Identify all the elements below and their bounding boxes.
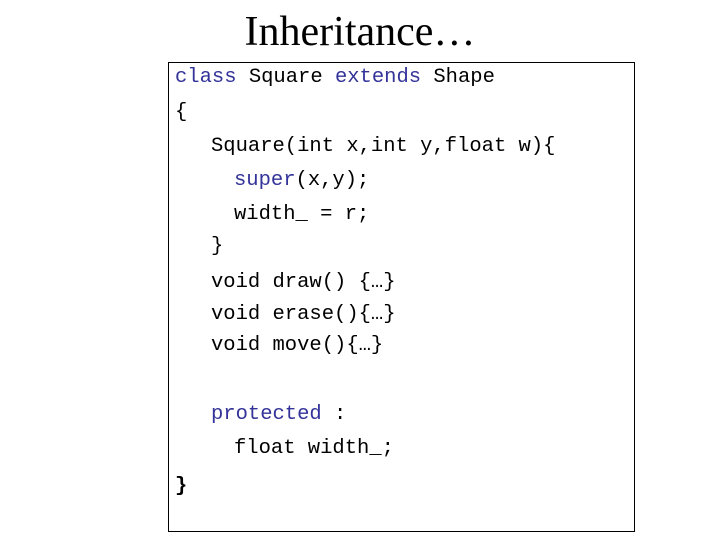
field-declaration: float width_; [234,437,394,460]
method-erase: void erase(){…} [211,303,396,326]
code-line-draw: void draw() {…} [211,271,396,295]
parent-class-name: Shape [421,66,495,89]
code-line-constructor-close: } [211,235,223,259]
close-brace: } [211,235,224,258]
code-line-protected: protected : [211,403,346,427]
access-colon: : [321,403,347,426]
code-line-erase: void erase(){…} [211,303,396,327]
keyword-class: class [175,66,237,89]
method-move: void move(){…} [211,334,384,357]
slide-title-text: Inheritance… [244,9,476,55]
keyword-protected: protected [211,403,322,426]
open-brace: { [175,101,188,124]
keyword-super: super [234,169,296,192]
code-block: class Square extends Shape { Square(int … [168,62,635,532]
code-line-close-brace: } [175,475,187,499]
code-line-assignment: width_ = r; [234,203,369,227]
keyword-extends: extends [334,66,422,89]
super-args: (x,y); [295,169,370,192]
code-line-field: float width_; [234,437,394,461]
slide-title: Inheritance… [0,8,720,56]
code-line-move: void move(){…} [211,334,383,358]
code-line-super-call: super(x,y); [234,169,369,193]
constructor-signature: Square(int x,int y,float w){ [211,135,556,158]
assignment-statement: width_ = r; [234,203,370,226]
class-close-brace: } [175,475,188,498]
class-name: Square [236,66,335,89]
code-line-open-brace: { [175,101,187,125]
code-line-constructor: Square(int x,int y,float w){ [211,135,555,159]
method-draw: void draw() {…} [211,271,396,294]
code-line-class-declaration: class Square extends Shape [175,66,495,90]
